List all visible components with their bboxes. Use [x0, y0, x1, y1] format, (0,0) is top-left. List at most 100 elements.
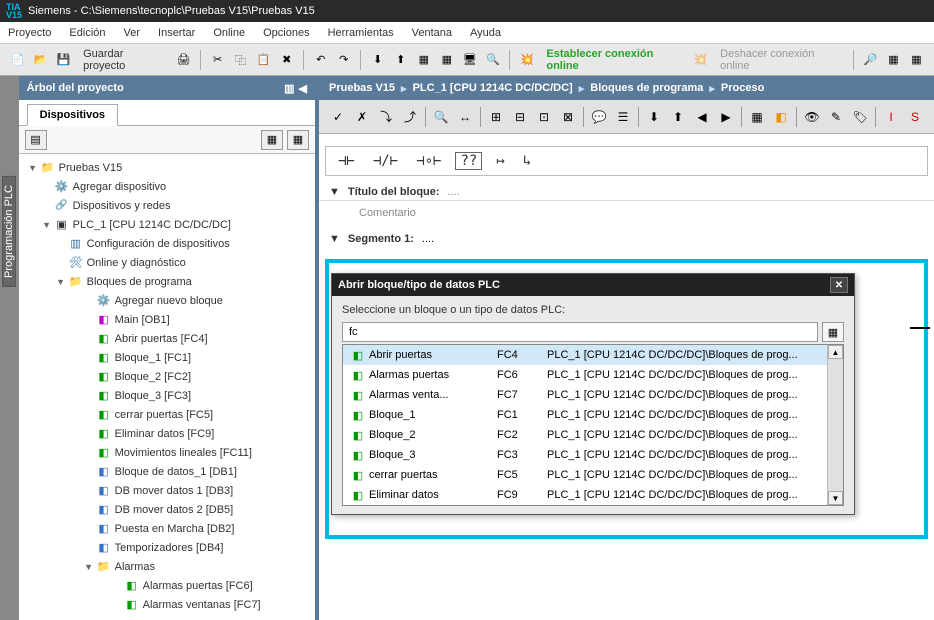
- crumb-project[interactable]: Pruebas V15: [329, 82, 395, 94]
- project-tree[interactable]: ▼📁Pruebas V15⚙️Agregar dispositivo🔗Dispo…: [19, 154, 315, 620]
- tree-item[interactable]: ◧Bloque_1 [FC1]: [19, 348, 315, 367]
- paste-icon[interactable]: 📋: [254, 50, 273, 70]
- start-cpu-icon[interactable]: ▦: [884, 50, 903, 70]
- new-project-icon[interactable]: 📄: [8, 50, 27, 70]
- block-title-value[interactable]: ....: [448, 186, 460, 198]
- tree-item[interactable]: ▥Configuración de dispositivos: [19, 234, 315, 253]
- expand-icon[interactable]: ▼: [27, 163, 39, 173]
- dialog-result-row[interactable]: ◧Alarmas puertasFC6PLC_1 [CPU 1214C DC/D…: [343, 365, 843, 385]
- copy-icon[interactable]: ⿻: [231, 50, 250, 70]
- segment-title-value[interactable]: ....: [422, 233, 434, 245]
- block-comment[interactable]: Comentario: [319, 205, 934, 227]
- go-online-button[interactable]: Establecer conexión online: [540, 48, 687, 72]
- et-modify-icon[interactable]: ✎: [825, 106, 847, 128]
- delete-icon[interactable]: ✖: [277, 50, 296, 70]
- open-project-icon[interactable]: 📂: [31, 50, 50, 70]
- et-lad-icon[interactable]: I: [880, 106, 902, 128]
- tree-item[interactable]: ◧DB mover datos 1 [DB3]: [19, 481, 315, 500]
- dialog-search-input[interactable]: [342, 322, 818, 342]
- tree-item[interactable]: ⚙️Agregar dispositivo: [19, 177, 315, 196]
- et-open-icon[interactable]: ⊡: [533, 106, 555, 128]
- menu-edicion[interactable]: Edición: [69, 27, 105, 39]
- menu-ayuda[interactable]: Ayuda: [470, 27, 501, 39]
- collapse-segment-icon[interactable]: ▼: [329, 233, 340, 245]
- tree-item[interactable]: 🛠Online y diagnóstico: [19, 253, 315, 272]
- start-icon[interactable]: 🖥: [460, 50, 479, 70]
- tree-item[interactable]: ▼📁Pruebas V15: [19, 158, 315, 177]
- fav-nc-contact-icon[interactable]: ⊣/⊢: [369, 151, 402, 171]
- compile-icon[interactable]: ⬇: [368, 50, 387, 70]
- crumb-proceso[interactable]: Proceso: [721, 82, 764, 94]
- menu-herramientas[interactable]: Herramientas: [328, 27, 394, 39]
- crumb-plc[interactable]: PLC_1 [CPU 1214C DC/DC/DC]: [413, 82, 573, 94]
- dialog-close-button[interactable]: ✕: [830, 277, 848, 293]
- tree-item[interactable]: ⚙️Agregar nuevo bloque: [19, 291, 315, 310]
- tree-item[interactable]: ◧Abrir puertas [FC4]: [19, 329, 315, 348]
- hmi-icon[interactable]: ▦: [437, 50, 456, 70]
- tree-item[interactable]: ◧DB mover datos 2 [DB5]: [19, 500, 315, 519]
- et-prev-icon[interactable]: ◀: [691, 106, 713, 128]
- menu-opciones[interactable]: Opciones: [263, 27, 309, 39]
- collapse-title-icon[interactable]: ▼: [329, 186, 340, 198]
- fav-open-branch-icon[interactable]: ↳: [519, 151, 535, 171]
- menu-insertar[interactable]: Insertar: [158, 27, 195, 39]
- menu-ventana[interactable]: Ventana: [412, 27, 452, 39]
- dialog-result-row[interactable]: ◧Bloque_2FC2PLC_1 [CPU 1214C DC/DC/DC]\B…: [343, 425, 843, 445]
- expand-icon[interactable]: ▼: [83, 562, 95, 572]
- dialog-result-row[interactable]: ◧Alarmas venta...FC7PLC_1 [CPU 1214C DC/…: [343, 385, 843, 405]
- et-next-icon[interactable]: ▶: [715, 106, 737, 128]
- dialog-result-list[interactable]: ◧Abrir puertasFC4PLC_1 [CPU 1214C DC/DC/…: [342, 344, 844, 506]
- et-orange-icon[interactable]: ◧: [770, 106, 792, 128]
- tree-details-icon[interactable]: ▦: [287, 130, 309, 150]
- stop-cpu-icon[interactable]: ▦: [907, 50, 926, 70]
- et-delete-icon[interactable]: ⤴: [399, 106, 421, 128]
- et-find-icon[interactable]: 🔍: [430, 106, 452, 128]
- pin-pane-icon[interactable]: ◀: [299, 82, 307, 95]
- et-monitor-icon[interactable]: 👁: [801, 106, 823, 128]
- tree-view-icon[interactable]: ▦: [261, 130, 283, 150]
- tree-item[interactable]: ▼▣PLC_1 [CPU 1214C DC/DC/DC]: [19, 215, 315, 234]
- et-goto-icon[interactable]: ⬆: [667, 106, 689, 128]
- dialog-result-row[interactable]: ◧Eliminar datosFC9PLC_1 [CPU 1214C DC/DC…: [343, 485, 843, 505]
- fav-branch-icon[interactable]: ↦: [492, 151, 508, 171]
- print-icon[interactable]: 🖨: [174, 50, 193, 70]
- redo-icon[interactable]: ↷: [334, 50, 353, 70]
- dialog-result-row[interactable]: ◧Bloque_1FC1PLC_1 [CPU 1214C DC/DC/DC]\B…: [343, 405, 843, 425]
- tree-item[interactable]: ◧cerrar puertas [FC5]: [19, 405, 315, 424]
- et-replace-icon[interactable]: ↔: [454, 106, 476, 128]
- et-display-icon[interactable]: ▦: [746, 106, 768, 128]
- fav-no-contact-icon[interactable]: ⊣⊢: [334, 151, 359, 171]
- scroll-up-icon[interactable]: ▲: [828, 345, 843, 359]
- tree-item[interactable]: ◧Temporizadores [DB4]: [19, 538, 315, 557]
- fav-box-icon[interactable]: ??: [455, 152, 482, 170]
- vtab-programacion[interactable]: Programación PLC: [2, 176, 16, 287]
- et-favorites-icon[interactable]: ⬇: [643, 106, 665, 128]
- tree-item[interactable]: ◧Bloque_3 [FC3]: [19, 386, 315, 405]
- accessible-devices-icon[interactable]: 🔎: [861, 50, 880, 70]
- et-title-icon[interactable]: ☰: [612, 106, 634, 128]
- tree-item[interactable]: ◧Main [OB1]: [19, 310, 315, 329]
- et-stl-icon[interactable]: S: [904, 106, 926, 128]
- online-search-icon[interactable]: 🔍: [483, 50, 502, 70]
- et-network-icon[interactable]: ⊞: [485, 106, 507, 128]
- et-close-icon[interactable]: ⊠: [557, 106, 579, 128]
- tree-item[interactable]: ◧Movimientos lineales [FC11]: [19, 443, 315, 462]
- tree-item[interactable]: 🔗Dispositivos y redes: [19, 196, 315, 215]
- tree-item[interactable]: ◧Bloque de datos_1 [DB1]: [19, 462, 315, 481]
- expand-icon[interactable]: ▼: [55, 277, 67, 287]
- tab-dispositivos[interactable]: Dispositivos: [27, 104, 118, 126]
- tree-item[interactable]: ◧Bloque_2 [FC2]: [19, 367, 315, 386]
- crumb-blocks[interactable]: Bloques de programa: [590, 82, 703, 94]
- download-icon[interactable]: ⬆: [391, 50, 410, 70]
- tree-item[interactable]: ▼📁Bloques de programa: [19, 272, 315, 291]
- dialog-title-bar[interactable]: Abrir bloque/tipo de datos PLC ✕: [332, 274, 854, 296]
- et-comment-icon[interactable]: 💬: [588, 106, 610, 128]
- dialog-menu-icon[interactable]: ▦: [822, 322, 844, 342]
- undo-icon[interactable]: ↶: [311, 50, 330, 70]
- tree-item[interactable]: ◧Eliminar datos [FC9]: [19, 424, 315, 443]
- dialog-scrollbar[interactable]: ▲ ▼: [827, 345, 843, 505]
- tree-item[interactable]: ◧Alarmas puertas [FC6]: [19, 576, 315, 595]
- et-branch-icon[interactable]: ⊟: [509, 106, 531, 128]
- save-icon[interactable]: 💾: [54, 50, 73, 70]
- sim-icon[interactable]: ▦: [414, 50, 433, 70]
